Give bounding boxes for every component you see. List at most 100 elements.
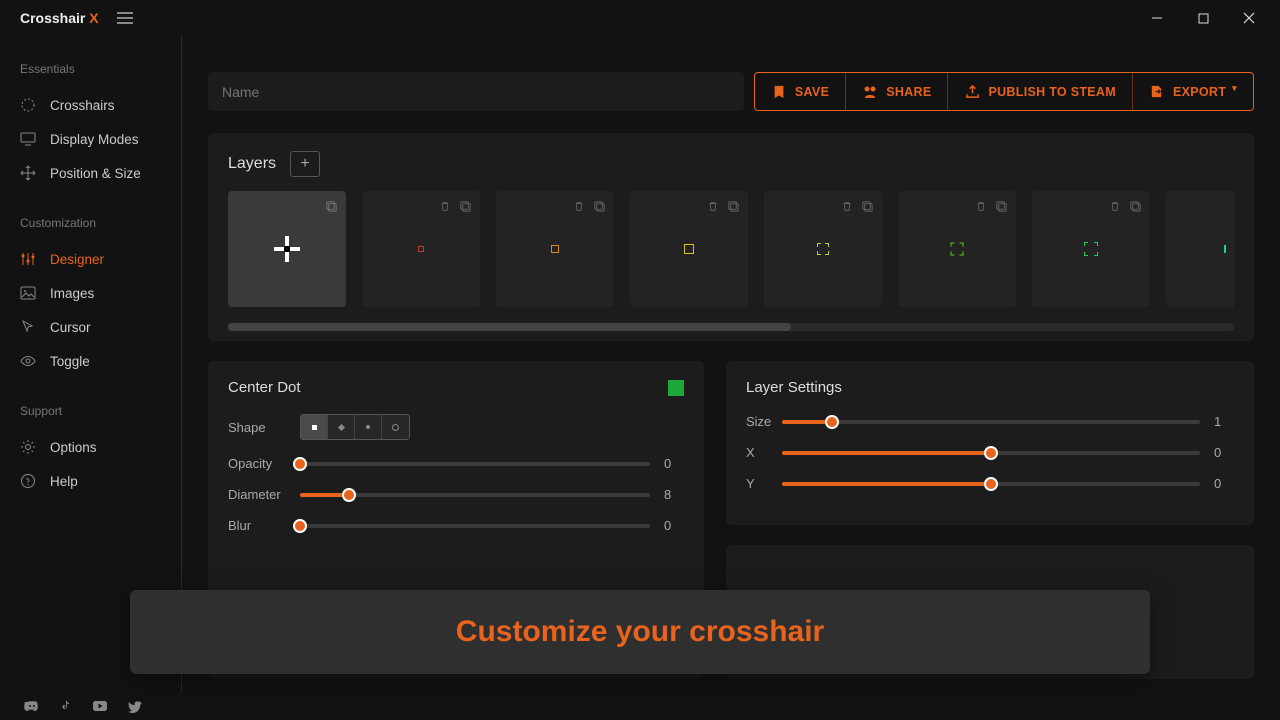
layer-preview — [1084, 242, 1098, 256]
export-icon — [1149, 84, 1165, 100]
diameter-slider[interactable] — [300, 493, 650, 497]
copy-icon[interactable] — [324, 199, 338, 213]
sidebar-item-designer[interactable]: Designer — [20, 242, 181, 276]
blur-slider[interactable] — [300, 524, 650, 528]
copy-icon[interactable] — [458, 199, 472, 213]
minimize-button[interactable] — [1134, 2, 1180, 34]
app-title: Crosshair X — [20, 10, 99, 26]
copy-icon[interactable] — [860, 199, 874, 213]
sidebar-item-images[interactable]: Images — [20, 276, 181, 310]
share-button[interactable]: SHARE — [846, 73, 948, 110]
save-button[interactable]: SAVE — [755, 73, 846, 110]
sidebar-item-display-modes[interactable]: Display Modes — [20, 122, 181, 156]
trash-icon[interactable] — [1108, 199, 1122, 213]
sliders-icon — [20, 251, 36, 267]
youtube-icon[interactable] — [92, 698, 108, 714]
layer-card[interactable] — [630, 191, 748, 307]
copy-icon[interactable] — [1128, 199, 1142, 213]
opacity-label: Opacity — [228, 456, 300, 471]
layer-card[interactable] — [898, 191, 1016, 307]
footer-social — [0, 692, 1280, 720]
y-slider[interactable] — [782, 482, 1200, 486]
size-label: Size — [746, 414, 782, 429]
layer-card[interactable] — [228, 191, 346, 307]
sidebar-item-position-size[interactable]: Position & Size — [20, 156, 181, 190]
layer-card[interactable] — [1166, 191, 1234, 307]
crosshair-icon — [20, 97, 36, 113]
layer-preview — [1224, 245, 1226, 253]
name-input[interactable] — [208, 72, 744, 111]
toolbar-buttons: SAVE SHARE PUBLISH TO STEAM EXPORT ▾ — [754, 72, 1254, 111]
layer-card[interactable] — [362, 191, 480, 307]
sidebar-item-crosshairs[interactable]: Crosshairs — [20, 88, 181, 122]
sidebar-item-label: Display Modes — [50, 132, 139, 147]
layer-settings-title: Layer Settings — [746, 379, 842, 396]
sidebar-item-options[interactable]: Options — [20, 430, 181, 464]
trash-icon[interactable] — [438, 199, 452, 213]
layer-preview — [684, 244, 694, 254]
trash-icon[interactable] — [706, 199, 720, 213]
menu-icon[interactable] — [117, 17, 133, 19]
sidebar-item-label: Cursor — [50, 320, 91, 335]
layer-card[interactable] — [764, 191, 882, 307]
size-value: 1 — [1214, 414, 1234, 429]
move-icon — [20, 165, 36, 181]
shape-opt-square[interactable] — [301, 415, 328, 439]
sidebar-header-customization: Customization — [20, 216, 181, 230]
twitter-icon[interactable] — [126, 698, 142, 714]
layer-card[interactable] — [496, 191, 614, 307]
close-button[interactable] — [1226, 2, 1272, 34]
blur-value: 0 — [664, 518, 684, 533]
y-label: Y — [746, 476, 782, 491]
trash-icon[interactable] — [974, 199, 988, 213]
sidebar-item-toggle[interactable]: Toggle — [20, 344, 181, 378]
upload-icon — [964, 84, 980, 100]
sidebar-item-cursor[interactable]: Cursor — [20, 310, 181, 344]
layers-scrollbar[interactable] — [228, 323, 1234, 331]
banner-text: Customize your crosshair — [456, 615, 824, 649]
cursor-icon — [20, 319, 36, 335]
trash-icon[interactable] — [572, 199, 586, 213]
publish-button[interactable]: PUBLISH TO STEAM — [948, 73, 1133, 110]
add-layer-button[interactable]: + — [290, 151, 320, 177]
sidebar-header-essentials: Essentials — [20, 62, 181, 76]
eye-icon — [20, 353, 36, 369]
x-slider[interactable] — [782, 451, 1200, 455]
trash-icon[interactable] — [840, 199, 854, 213]
sidebar-item-label: Images — [50, 286, 94, 301]
copy-icon[interactable] — [592, 199, 606, 213]
blur-label: Blur — [228, 518, 300, 533]
gear-icon — [20, 439, 36, 455]
layer-preview — [951, 243, 964, 256]
discord-icon[interactable] — [24, 698, 40, 714]
sidebar-item-label: Help — [50, 474, 78, 489]
color-swatch[interactable] — [668, 380, 684, 396]
shape-opt-diamond[interactable] — [328, 415, 355, 439]
copy-icon[interactable] — [994, 199, 1008, 213]
layers-title: Layers — [228, 155, 276, 173]
layer-preview — [274, 236, 300, 262]
layer-preview — [418, 246, 424, 252]
diameter-label: Diameter — [228, 487, 300, 502]
banner: Customize your crosshair — [130, 590, 1150, 674]
maximize-button[interactable] — [1180, 2, 1226, 34]
copy-icon[interactable] — [726, 199, 740, 213]
x-value: 0 — [1214, 445, 1234, 460]
sidebar-item-help[interactable]: Help — [20, 464, 181, 498]
image-icon — [20, 285, 36, 301]
shape-opt-dot[interactable] — [355, 415, 382, 439]
shape-opt-circle[interactable] — [382, 415, 409, 439]
help-icon — [20, 473, 36, 489]
sidebar-item-label: Toggle — [50, 354, 90, 369]
tiktok-icon[interactable] — [58, 698, 74, 714]
layer-card[interactable] — [1032, 191, 1150, 307]
share-icon — [862, 84, 878, 100]
sidebar-item-label: Options — [50, 440, 97, 455]
layers-panel: Layers + — [208, 133, 1254, 341]
layer-preview — [551, 245, 559, 253]
size-slider[interactable] — [782, 420, 1200, 424]
sidebar-item-label: Position & Size — [50, 166, 141, 181]
opacity-slider[interactable] — [300, 462, 650, 466]
export-button[interactable]: EXPORT ▾ — [1133, 73, 1253, 110]
diameter-value: 8 — [664, 487, 684, 502]
